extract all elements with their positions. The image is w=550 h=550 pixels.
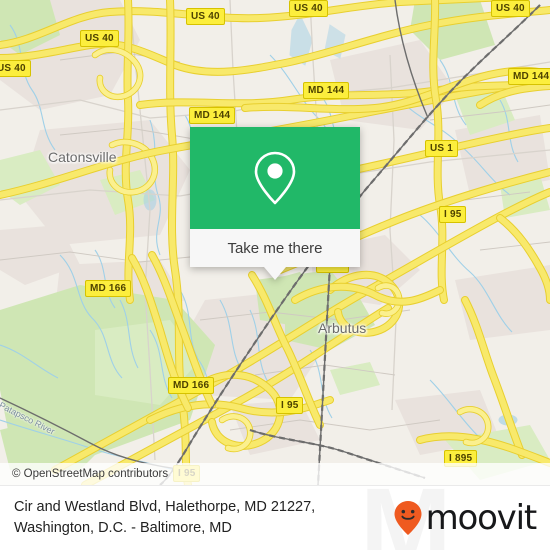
map-pin-icon: [254, 151, 296, 205]
location-popup-card[interactable]: Take me there: [190, 127, 360, 280]
moovit-logo[interactable]: moovit: [393, 498, 538, 538]
address-block: Cir and Westland Blvd, Halethorpe, MD 21…: [14, 497, 315, 539]
app-screen: .land { fill:#f2efe9; } .resid { fill:#e…: [0, 0, 550, 550]
moovit-smiley-pin-icon: [394, 501, 422, 535]
address-line-2: Washington, D.C. - Baltimore, MD: [14, 520, 232, 536]
osm-attribution-text[interactable]: © OpenStreetMap contributors: [0, 468, 168, 480]
address-line-1: Cir and Westland Blvd, Halethorpe, MD 21…: [14, 499, 316, 515]
page-footer: M Cir and Westland Blvd, Halethorpe, MD …: [0, 485, 550, 550]
map-canvas[interactable]: .land { fill:#f2efe9; } .resid { fill:#e…: [0, 0, 550, 485]
take-me-there-button[interactable]: Take me there: [190, 229, 360, 267]
moovit-wordmark: moovit: [425, 498, 538, 538]
popup-header: [190, 127, 360, 229]
river-label: Patapsco River: [0, 400, 57, 437]
map-attribution-bar: © OpenStreetMap contributors: [0, 463, 550, 485]
popup-pointer-tail: [264, 267, 286, 280]
